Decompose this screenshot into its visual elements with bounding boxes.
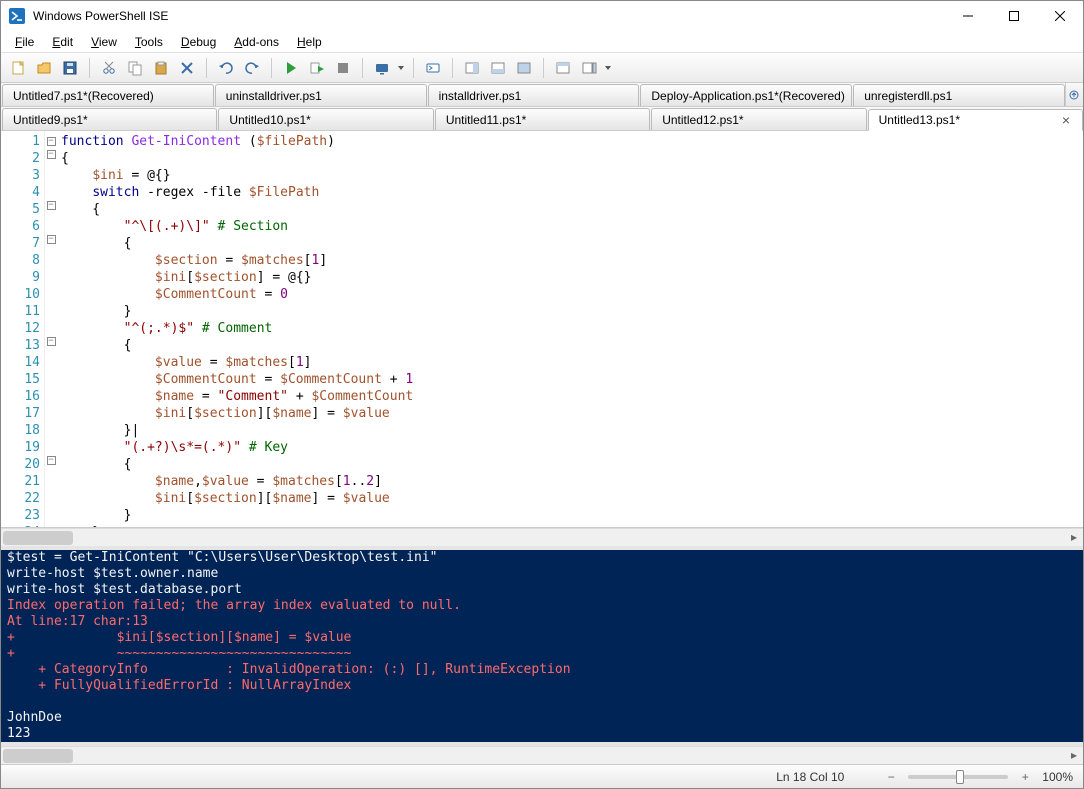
console-horizontal-scrollbar[interactable]: ▸ — [1, 746, 1083, 764]
toolbar-sep — [543, 58, 544, 78]
tabs-row-2: Untitled9.ps1* Untitled10.ps1* Untitled11.… — [1, 107, 1083, 131]
menu-edit[interactable]: Edit — [44, 33, 81, 51]
file-tab[interactable]: Untitled11.ps1* — [435, 108, 650, 130]
pane-max-icon[interactable] — [513, 57, 535, 79]
run-selection-icon[interactable] — [306, 57, 328, 79]
zoom-thumb[interactable] — [956, 770, 964, 784]
file-tab[interactable]: Untitled9.ps1* — [2, 108, 217, 130]
cursor-position: Ln 18 Col 10 — [776, 770, 844, 784]
menu-debug[interactable]: Debug — [173, 33, 224, 51]
tab-close-icon[interactable]: × — [1060, 113, 1072, 127]
file-tab[interactable]: unregisterdll.ps1 — [853, 84, 1065, 106]
show-command-icon[interactable] — [578, 57, 600, 79]
menu-addons[interactable]: Add-ons — [226, 33, 287, 51]
redo-icon[interactable] — [241, 57, 263, 79]
toolbar-sep — [89, 58, 90, 78]
app-icon — [9, 8, 25, 24]
tab-label: Untitled10.ps1* — [229, 113, 310, 127]
code-editor[interactable]: function Get-IniContent ($filePath){ $in… — [57, 131, 1083, 527]
tab-label: Untitled12.ps1* — [662, 113, 743, 127]
scrollbar-thumb[interactable] — [3, 749, 73, 763]
remote-icon[interactable] — [371, 57, 393, 79]
zoom-level: 100% — [1042, 770, 1073, 784]
toolbar-sep — [271, 58, 272, 78]
show-script-icon[interactable] — [552, 57, 574, 79]
menu-help[interactable]: Help — [289, 33, 330, 51]
file-tab[interactable]: Untitled10.ps1* — [218, 108, 433, 130]
fold-column[interactable]: −− − − − − — [45, 131, 57, 527]
window-controls — [945, 1, 1083, 31]
tab-label: Untitled9.ps1* — [13, 113, 88, 127]
toolbar-sep — [413, 58, 414, 78]
remote-dropdown-icon[interactable] — [397, 57, 405, 79]
tab-label: Untitled11.ps1* — [446, 113, 527, 127]
file-tab[interactable]: Untitled7.ps1*(Recovered) — [2, 84, 214, 106]
toolbar-sep — [362, 58, 363, 78]
scroll-right-icon[interactable]: ▸ — [1067, 530, 1081, 544]
zoom-in-icon[interactable]: + — [1018, 770, 1032, 784]
zoom-out-icon[interactable]: − — [884, 770, 898, 784]
minimize-button[interactable] — [945, 1, 991, 31]
titlebar: Windows PowerShell ISE — [1, 1, 1083, 31]
paste-icon[interactable] — [150, 57, 172, 79]
line-number-gutter: 1234567891011121314151617181920212223242… — [1, 131, 45, 527]
copy-icon[interactable] — [124, 57, 146, 79]
toolbar — [1, 53, 1083, 83]
file-tab[interactable]: Deploy-Application.ps1*(Recovered) — [640, 84, 852, 106]
app-window: Windows PowerShell ISE File Edit View To… — [0, 0, 1084, 789]
file-tab[interactable]: installdriver.ps1 — [428, 84, 640, 106]
save-icon[interactable] — [59, 57, 81, 79]
tabs-row-1: Untitled7.ps1*(Recovered)uninstalldriver… — [1, 83, 1083, 107]
toolbar-sep — [206, 58, 207, 78]
pane-right-icon[interactable] — [461, 57, 483, 79]
file-tab[interactable]: Untitled12.ps1* — [651, 108, 866, 130]
zoom-slider[interactable] — [908, 775, 1008, 779]
statusbar: Ln 18 Col 10 − + 100% — [1, 764, 1083, 788]
cut-icon[interactable] — [98, 57, 120, 79]
pane-bottom-icon[interactable] — [487, 57, 509, 79]
editor-horizontal-scrollbar[interactable]: ▸ — [1, 528, 1083, 546]
close-button[interactable] — [1037, 1, 1083, 31]
scroll-right-icon[interactable]: ▸ — [1067, 748, 1081, 762]
stop-icon[interactable] — [332, 57, 354, 79]
maximize-button[interactable] — [991, 1, 1037, 31]
open-icon[interactable] — [33, 57, 55, 79]
editor-area: 1234567891011121314151617181920212223242… — [1, 131, 1083, 764]
scrollbar-thumb[interactable] — [3, 531, 73, 545]
undo-icon[interactable] — [215, 57, 237, 79]
file-tab[interactable]: uninstalldriver.ps1 — [215, 84, 427, 106]
new-icon[interactable] — [7, 57, 29, 79]
tab-label: Untitled13.ps1* — [879, 113, 960, 127]
menu-view[interactable]: View — [83, 33, 125, 51]
console-pane[interactable]: $test = Get-IniContent "C:\Users\User\De… — [1, 546, 1083, 746]
tab-scroll-icon[interactable] — [1065, 83, 1083, 106]
window-title: Windows PowerShell ISE — [33, 9, 945, 23]
run-icon[interactable] — [280, 57, 302, 79]
script-pane[interactable]: 1234567891011121314151617181920212223242… — [1, 131, 1083, 528]
clear-icon[interactable] — [176, 57, 198, 79]
menu-file[interactable]: File — [7, 33, 42, 51]
toolbar-overflow-icon[interactable] — [604, 57, 612, 79]
toolbar-sep — [452, 58, 453, 78]
file-tab[interactable]: Untitled13.ps1* × — [868, 109, 1083, 131]
new-remote-tab-icon[interactable] — [422, 57, 444, 79]
menubar: File Edit View Tools Debug Add-ons Help — [1, 31, 1083, 53]
menu-tools[interactable]: Tools — [127, 33, 171, 51]
